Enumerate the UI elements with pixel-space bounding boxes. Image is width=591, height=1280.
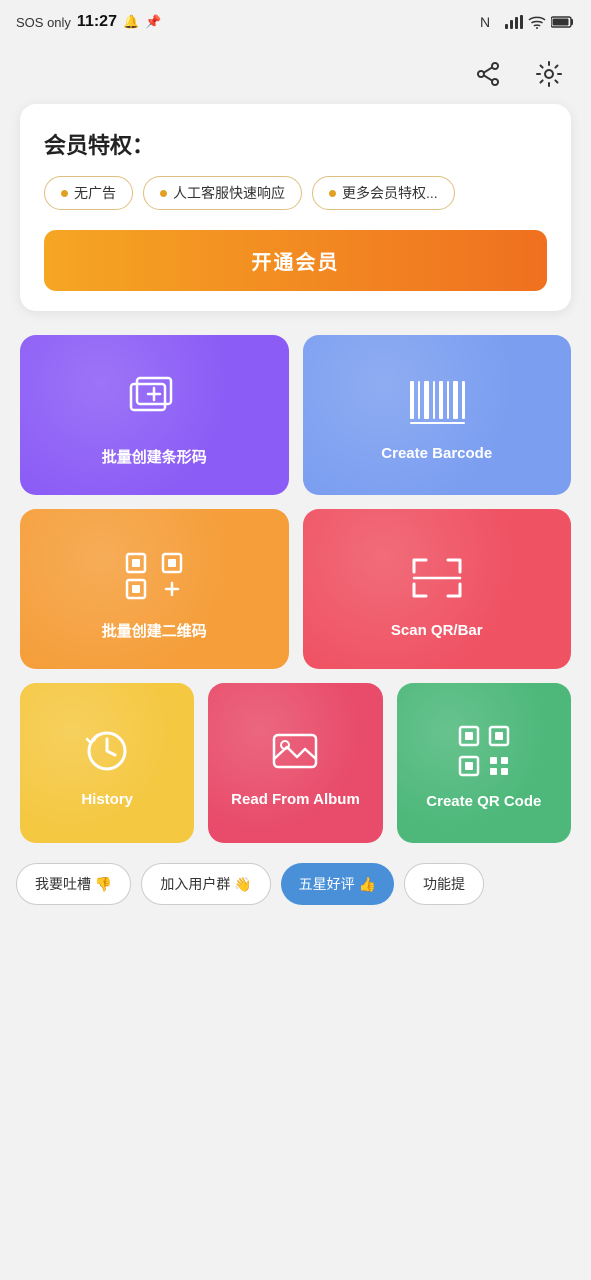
batch-barcode-card[interactable]: 批量创建条形码	[20, 335, 289, 495]
perk-no-ads: 无广告	[44, 176, 133, 210]
scan-icon	[402, 548, 472, 608]
create-qr-label: Create QR Code	[426, 793, 541, 810]
create-qr-icon	[456, 723, 512, 779]
header-icons	[0, 44, 591, 104]
main-grid: 批量创建条形码 Create Barcode	[0, 335, 591, 669]
bottom-row: History Read From Album	[0, 683, 591, 843]
sos-text: SOS only	[16, 15, 71, 30]
status-right: N	[480, 13, 575, 31]
membership-title: 会员特权：	[44, 128, 547, 160]
perk-support: 人工客服快速响应	[143, 176, 302, 210]
share-button[interactable]	[467, 52, 511, 96]
more-features-button[interactable]: 功能提	[404, 863, 484, 905]
read-album-card[interactable]: Read From Album	[208, 683, 382, 843]
album-icon	[269, 725, 321, 777]
pin-icon: 📌	[145, 14, 161, 30]
status-time: 11:27	[77, 13, 117, 31]
batch-qr-card[interactable]: 批量创建二维码	[20, 509, 289, 669]
perk-no-ads-label: 无广告	[74, 183, 116, 203]
join-group-button[interactable]: 加入用户群 👋	[141, 863, 270, 905]
scan-qr-label: Scan QR/Bar	[391, 622, 483, 639]
membership-card: 会员特权： 无广告 人工客服快速响应 更多会员特权... 开通会员	[20, 104, 571, 311]
batch-barcode-icon	[119, 372, 189, 432]
five-star-button[interactable]: 五星好评 👍	[281, 863, 394, 905]
status-left: SOS only 11:27 🔔 📌	[16, 13, 161, 31]
status-bar: SOS only 11:27 🔔 📌 N	[0, 0, 591, 44]
batch-qr-label: 批量创建二维码	[102, 620, 207, 641]
perk-support-label: 人工客服快速响应	[173, 183, 285, 203]
membership-perks: 无广告 人工客服快速响应 更多会员特权...	[44, 176, 547, 210]
batch-barcode-label: 批量创建条形码	[102, 446, 207, 467]
wifi-icon	[528, 15, 546, 29]
membership-button[interactable]: 开通会员	[44, 230, 547, 291]
create-barcode-card[interactable]: Create Barcode	[303, 335, 572, 495]
scan-qr-card[interactable]: Scan QR/Bar	[303, 509, 572, 669]
bottom-buttons: 我要吐槽 👎 加入用户群 👋 五星好评 👍 功能提	[0, 863, 591, 905]
history-card[interactable]: History	[20, 683, 194, 843]
settings-button[interactable]	[527, 52, 571, 96]
create-barcode-label: Create Barcode	[381, 445, 492, 462]
perk-dot-2	[160, 190, 167, 197]
bell-icon: 🔔	[123, 14, 139, 30]
feedback-button[interactable]: 我要吐槽 👎	[16, 863, 131, 905]
nfc-icon: N	[480, 13, 500, 31]
svg-text:N: N	[480, 14, 490, 30]
batch-qr-icon	[119, 546, 189, 606]
perk-dot-3	[329, 190, 336, 197]
signal-icon	[505, 15, 523, 29]
perk-more: 更多会员特权...	[312, 176, 455, 210]
perk-more-label: 更多会员特权...	[342, 183, 438, 203]
perk-dot	[61, 190, 68, 197]
battery-icon	[551, 16, 575, 28]
barcode-icon	[402, 376, 472, 431]
read-album-label: Read From Album	[231, 791, 360, 808]
history-icon	[81, 725, 133, 777]
history-label: History	[81, 791, 133, 808]
create-qr-card[interactable]: Create QR Code	[397, 683, 571, 843]
